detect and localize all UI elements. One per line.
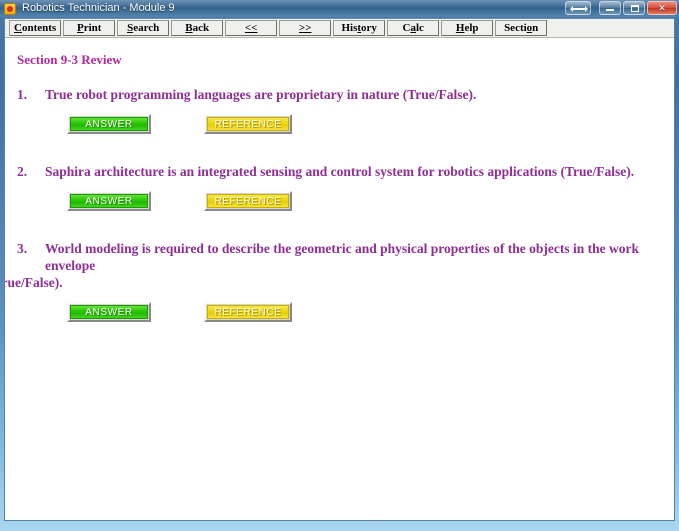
- question-text-line2: (True/False).: [5, 275, 63, 290]
- window-controls: ✕: [563, 1, 677, 15]
- toolbar-button-help[interactable]: Help: [441, 20, 494, 36]
- maximize-icon: [631, 5, 639, 12]
- toolbar-button-search[interactable]: Search: [117, 20, 170, 36]
- close-icon: ✕: [658, 3, 666, 13]
- question-block-2: 2. Saphira architecture is an integrated…: [17, 163, 664, 211]
- toolbar-button-next-label: >>: [298, 22, 312, 34]
- toolbar-button-previous-label: <<: [244, 22, 258, 34]
- page-title: Section 9-3 Review: [17, 52, 122, 67]
- toolbar-button-print-label: rint: [83, 22, 102, 34]
- answer-button[interactable]: ANSWER: [67, 191, 151, 211]
- question-text: World modeling is required to describe t…: [45, 241, 639, 273]
- question-line: 2. Saphira architecture is an integrated…: [17, 163, 664, 180]
- toolbar-button-search-label: earch: [133, 22, 160, 34]
- pin-icon: [570, 6, 588, 12]
- answer-button[interactable]: ANSWER: [67, 114, 151, 134]
- question-block-1: 1. True robot programming languages are …: [17, 86, 664, 134]
- toolbar-button-contents-label: ontents: [21, 22, 57, 34]
- question-text: Saphira architecture is an integrated se…: [45, 164, 635, 179]
- answer-button[interactable]: ANSWER: [67, 302, 151, 322]
- toolbar-button-contents[interactable]: Contents: [9, 20, 62, 36]
- question-line: 1. True robot programming languages are …: [17, 86, 664, 103]
- question-number: 2.: [17, 164, 28, 179]
- close-button[interactable]: ✕: [647, 1, 677, 15]
- toolbar-button-calc-label: lc: [415, 22, 424, 34]
- pin-toolbar-button[interactable]: [565, 1, 591, 15]
- reference-button[interactable]: REFERENCE: [204, 114, 292, 134]
- question-line: 3. World modeling is required to describ…: [17, 240, 664, 274]
- question-button-row: ANSWER REFERENCE: [17, 191, 664, 211]
- toolbar-button-back-label: ack: [192, 22, 210, 34]
- answer-button-label: ANSWER: [70, 305, 148, 319]
- reference-button-label: REFERENCE: [207, 117, 289, 131]
- application-icon[interactable]: [4, 2, 16, 15]
- toolbar-button-next[interactable]: >>: [279, 20, 332, 36]
- reference-button[interactable]: REFERENCE: [204, 302, 292, 322]
- question-line-continued: (True/False).: [5, 274, 664, 291]
- reference-button-label: REFERENCE: [207, 305, 289, 319]
- question-number: 3.: [17, 241, 28, 256]
- toolbar-button-help-label: elp: [464, 22, 479, 34]
- answer-button-label: ANSWER: [70, 194, 148, 208]
- title-bar[interactable]: Robotics Technician - Module 9 ✕: [0, 0, 679, 17]
- question-text: True robot programming languages are pro…: [45, 87, 477, 102]
- toolbar-button-section[interactable]: Section: [495, 20, 548, 36]
- answer-button-label: ANSWER: [70, 117, 148, 131]
- reference-button-label: REFERENCE: [207, 194, 289, 208]
- question-button-row: ANSWER REFERENCE: [17, 114, 664, 134]
- toolbar-button-calc[interactable]: Calc: [387, 20, 440, 36]
- toolbar-button-print[interactable]: Print: [63, 20, 116, 36]
- client-area: Contents Print Search Back << >> History…: [4, 18, 675, 521]
- toolbar-button-history-label: His: [341, 22, 358, 34]
- maximize-button[interactable]: [623, 1, 645, 15]
- toolbar-button-history[interactable]: History: [333, 20, 386, 36]
- minimize-button[interactable]: [599, 1, 621, 15]
- toolbar-button-section-label: n: [532, 22, 539, 34]
- window-title: Robotics Technician - Module 9: [22, 2, 175, 14]
- question-number: 1.: [17, 87, 28, 102]
- document-content: Section 9-3 Review 1. True robot program…: [5, 38, 674, 520]
- toolbar-button-back[interactable]: Back: [171, 20, 224, 36]
- question-block-3: 3. World modeling is required to describ…: [5, 240, 664, 322]
- question-button-row: ANSWER REFERENCE: [17, 302, 664, 322]
- reference-button[interactable]: REFERENCE: [204, 191, 292, 211]
- minimize-icon: [606, 9, 614, 11]
- application-window: Robotics Technician - Module 9 ✕ Content…: [0, 0, 679, 531]
- toolbar: Contents Print Search Back << >> History…: [5, 19, 674, 38]
- toolbar-button-previous[interactable]: <<: [225, 20, 278, 36]
